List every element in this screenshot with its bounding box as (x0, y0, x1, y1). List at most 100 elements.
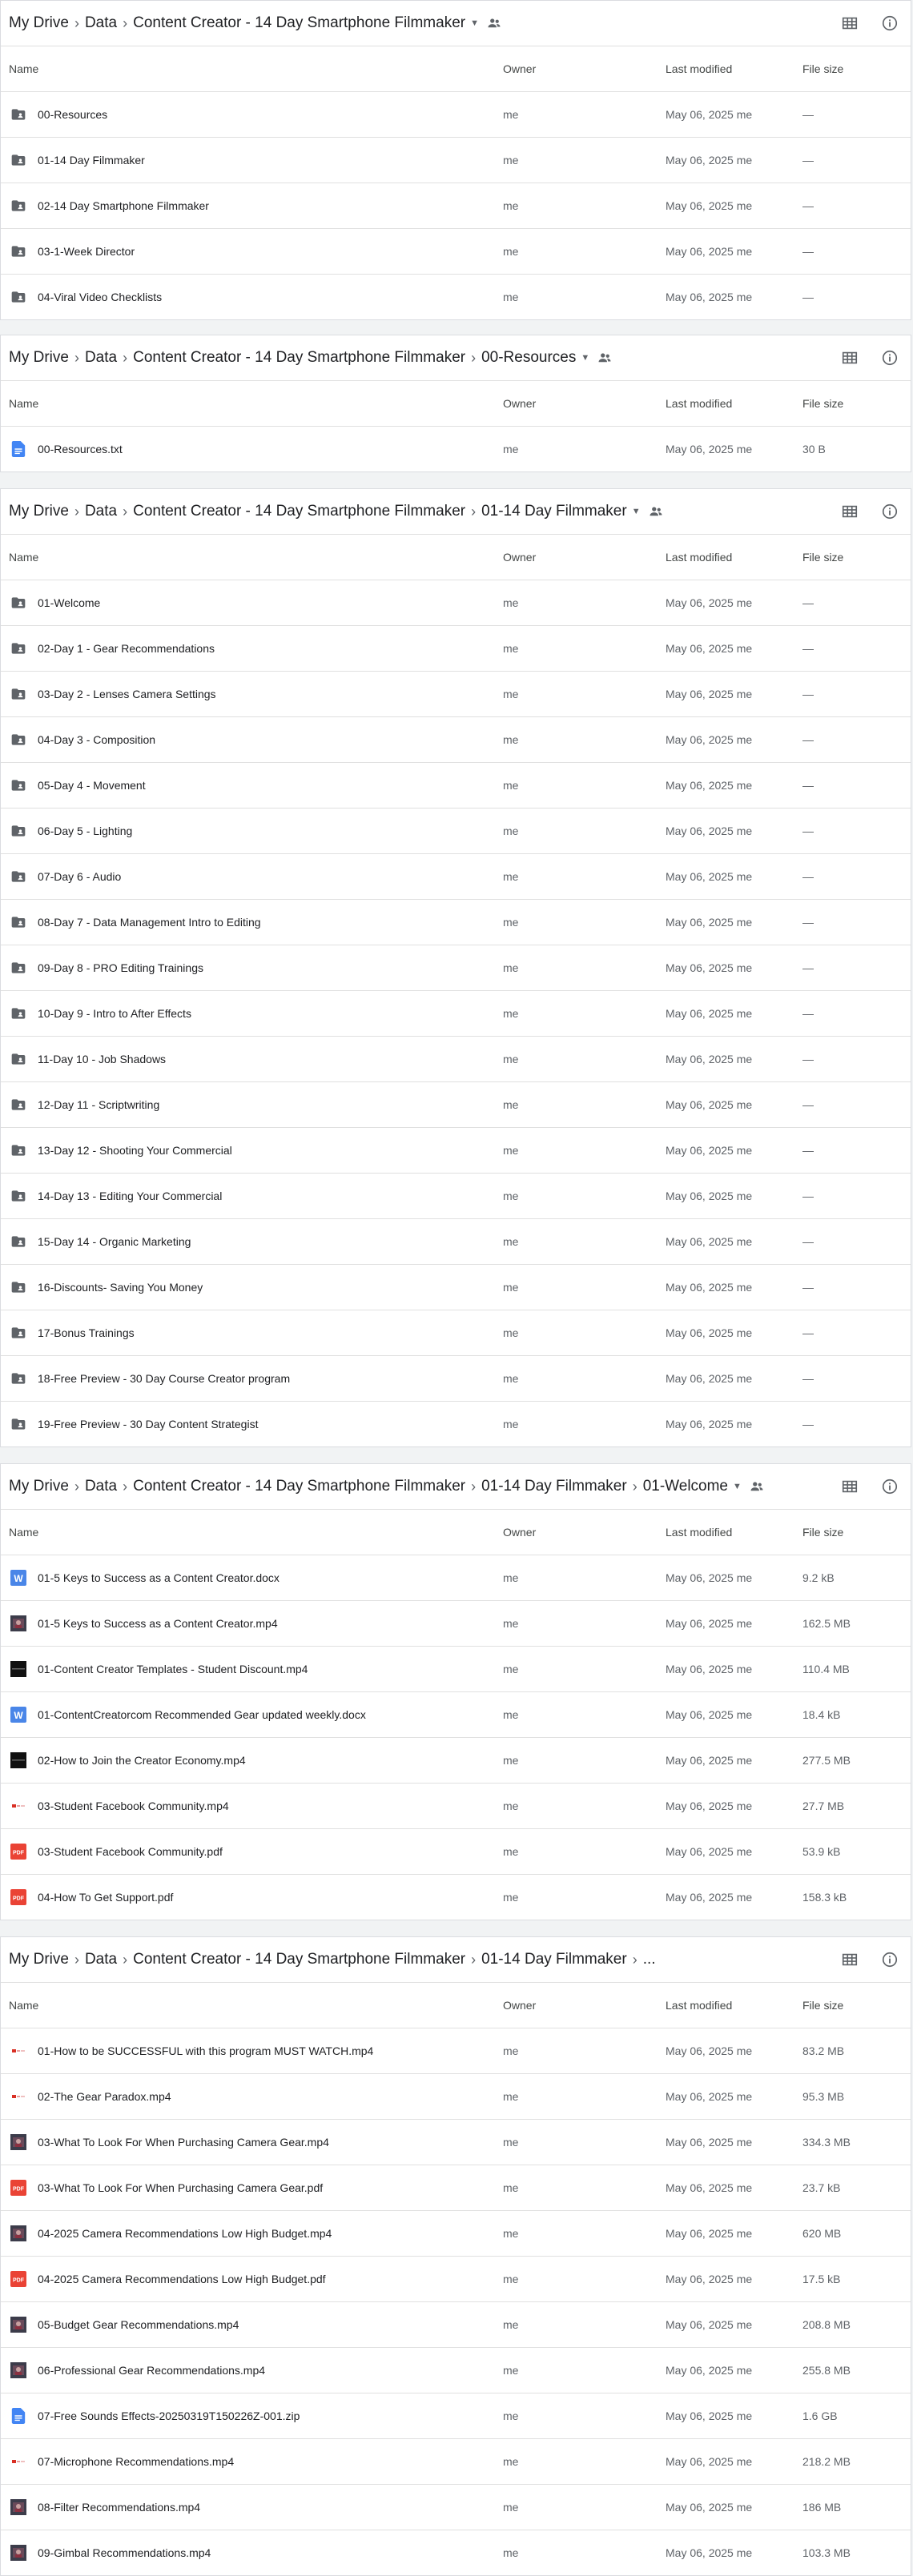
column-header-name[interactable]: Name (9, 1983, 38, 2028)
file-name-cell[interactable]: 03-What To Look For When Purchasing Came… (9, 2120, 329, 2165)
file-name-cell[interactable]: 14-Day 13 - Editing Your Commercial (9, 1174, 222, 1218)
table-row[interactable]: 01-14 Day Filmmaker me May 06, 2025 me — (1, 137, 911, 183)
grid-view-icon[interactable] (840, 14, 859, 33)
breadcrumb-item[interactable]: Data (85, 1478, 117, 1495)
file-name-cell[interactable]: 12-Day 11 - Scriptwriting (9, 1082, 159, 1127)
caret-down-icon[interactable]: ▼ (733, 1482, 742, 1491)
file-name-cell[interactable]: 03-Student Facebook Community.mp4 (9, 1784, 229, 1828)
table-row[interactable]: 05-Budget Gear Recommendations.mp4 me May … (1, 2301, 911, 2347)
column-header-owner[interactable]: Owner (503, 46, 536, 91)
table-row[interactable]: 07-Free Sounds Effects-20250319T150226Z-… (1, 2393, 911, 2438)
table-row[interactable]: 09-Day 8 - PRO Editing Trainings me May 06… (1, 945, 911, 990)
file-name-cell[interactable]: 18-Free Preview - 30 Day Course Creator … (9, 1356, 290, 1401)
grid-view-icon[interactable] (840, 1950, 859, 1969)
breadcrumb-item[interactable]: 01-14 Day Filmmaker (481, 1478, 627, 1495)
info-icon[interactable] (880, 502, 899, 521)
table-row[interactable]: 01-Welcome me May 06, 2025 me — (1, 580, 911, 625)
column-header-name[interactable]: Name (9, 381, 38, 426)
breadcrumb-item[interactable]: My Drive (9, 349, 69, 367)
table-row[interactable]: 19-Free Preview - 30 Day Content Strateg… (1, 1401, 911, 1446)
file-name-cell[interactable]: 08-Filter Recommendations.mp4 (9, 2485, 200, 2530)
file-name-cell[interactable]: 05-Budget Gear Recommendations.mp4 (9, 2302, 239, 2347)
table-row[interactable]: 01-5 Keys to Success as a Content Creato… (1, 1600, 911, 1646)
table-row[interactable]: 12-Day 11 - Scriptwriting me May 06, 2025 … (1, 1081, 911, 1127)
breadcrumb-item[interactable]: Content Creator - 14 Day Smartphone Film… (133, 1478, 465, 1495)
column-header-size[interactable]: File size (802, 1983, 843, 2028)
file-name-cell[interactable]: PDF 03-What To Look For When Purchasing C… (9, 2165, 323, 2210)
file-name-cell[interactable]: 01-How to be SUCCESSFUL with this progra… (9, 2028, 373, 2073)
table-row[interactable]: 00-Resources me May 06, 2025 me — (1, 91, 911, 137)
table-row[interactable]: 13-Day 12 - Shooting Your Commercial me Ma… (1, 1127, 911, 1173)
file-name-cell[interactable]: 17-Bonus Trainings (9, 1310, 135, 1355)
table-row[interactable]: 03-Student Facebook Community.mp4 me May 0… (1, 1783, 911, 1828)
table-row[interactable]: PDF 04-2025 Camera Recommendations Low Hi… (1, 2256, 911, 2301)
file-name-cell[interactable]: 01-14 Day Filmmaker (9, 138, 145, 183)
table-row[interactable]: 03-Day 2 - Lenses Camera Settings me May 0… (1, 671, 911, 716)
table-row[interactable]: PDF 03-What To Look For When Purchasing C… (1, 2165, 911, 2210)
column-header-owner[interactable]: Owner (503, 1983, 536, 2028)
column-header-size[interactable]: File size (802, 46, 843, 91)
table-row[interactable]: 04-2025 Camera Recommendations Low High … (1, 2210, 911, 2256)
file-name-cell[interactable]: 00-Resources.txt (9, 427, 123, 471)
column-header-name[interactable]: Name (9, 46, 38, 91)
grid-view-icon[interactable] (840, 1477, 859, 1496)
table-row[interactable]: 02-The Gear Paradox.mp4 me May 06, 2025 me… (1, 2073, 911, 2119)
table-row[interactable]: 02-How to Join the Creator Economy.mp4 me… (1, 1737, 911, 1783)
table-row[interactable]: 16-Discounts- Saving You Money me May 06, … (1, 1264, 911, 1310)
breadcrumb-item[interactable]: Content Creator - 14 Day Smartphone Film… (133, 503, 465, 520)
column-header-owner[interactable]: Owner (503, 381, 536, 426)
column-header-size[interactable]: File size (802, 535, 843, 580)
breadcrumb-item[interactable]: My Drive (9, 1478, 69, 1495)
file-name-cell[interactable]: PDF 03-Student Facebook Community.pdf (9, 1829, 223, 1874)
column-header-modified[interactable]: Last modified (666, 535, 732, 580)
column-header-modified[interactable]: Last modified (666, 46, 732, 91)
table-row[interactable]: 02-Day 1 - Gear Recommendations me May 06,… (1, 625, 911, 671)
table-row[interactable]: 11-Day 10 - Job Shadows me May 06, 2025 me… (1, 1036, 911, 1081)
breadcrumb-item[interactable]: Content Creator - 14 Day Smartphone Film… (133, 14, 465, 32)
table-row[interactable]: 02-14 Day Smartphone Filmmaker me May 06, … (1, 183, 911, 228)
table-row[interactable]: 07-Day 6 - Audio me May 06, 2025 me — (1, 853, 911, 899)
column-header-name[interactable]: Name (9, 1510, 38, 1555)
table-row[interactable]: 08-Day 7 - Data Management Intro to Edit… (1, 899, 911, 945)
table-row[interactable]: 04-Day 3 - Composition me May 06, 2025 me — (1, 716, 911, 762)
breadcrumb-item[interactable]: 01-14 Day Filmmaker (481, 1951, 627, 1968)
table-row[interactable]: PDF 03-Student Facebook Community.pdf me Ma… (1, 1828, 911, 1874)
info-icon[interactable] (880, 1477, 899, 1496)
table-row[interactable]: 07-Microphone Recommendations.mp4 me May 0… (1, 2438, 911, 2484)
breadcrumb-item[interactable]: My Drive (9, 1951, 69, 1968)
table-row[interactable]: 15-Day 14 - Organic Marketing me May 06, 2… (1, 1218, 911, 1264)
info-icon[interactable] (880, 14, 899, 33)
column-header-owner[interactable]: Owner (503, 1510, 536, 1555)
file-name-cell[interactable]: 02-The Gear Paradox.mp4 (9, 2074, 171, 2119)
info-icon[interactable] (880, 348, 899, 367)
file-name-cell[interactable]: 13-Day 12 - Shooting Your Commercial (9, 1128, 232, 1173)
file-name-cell[interactable]: 05-Day 4 - Movement (9, 763, 146, 808)
file-name-cell[interactable]: 04-Viral Video Checklists (9, 275, 162, 319)
file-name-cell[interactable]: 16-Discounts- Saving You Money (9, 1265, 203, 1310)
table-row[interactable]: W 01-5 Keys to Success as a Content Creat… (1, 1555, 911, 1600)
table-row[interactable]: 03-1-Week Director me May 06, 2025 me — (1, 228, 911, 274)
file-name-cell[interactable]: 01-5 Keys to Success as a Content Creato… (9, 1601, 278, 1646)
breadcrumb-item[interactable]: 00-Resources (481, 349, 576, 367)
file-name-cell[interactable]: 07-Microphone Recommendations.mp4 (9, 2439, 234, 2484)
grid-view-icon[interactable] (840, 348, 859, 367)
breadcrumb-item[interactable]: My Drive (9, 14, 69, 32)
table-row[interactable]: 18-Free Preview - 30 Day Course Creator … (1, 1355, 911, 1401)
file-name-cell[interactable]: 10-Day 9 - Intro to After Effects (9, 991, 191, 1036)
table-row[interactable]: 14-Day 13 - Editing Your Commercial me May… (1, 1173, 911, 1218)
column-header-owner[interactable]: Owner (503, 535, 536, 580)
table-row[interactable]: 09-Gimbal Recommendations.mp4 me May 06, 2… (1, 2530, 911, 2575)
file-name-cell[interactable]: 09-Day 8 - PRO Editing Trainings (9, 945, 203, 990)
info-icon[interactable] (880, 1950, 899, 1969)
file-name-cell[interactable]: 01-Content Creator Templates - Student D… (9, 1647, 308, 1691)
file-name-cell[interactable]: 04-Day 3 - Composition (9, 717, 155, 762)
file-name-cell[interactable]: 04-2025 Camera Recommendations Low High … (9, 2211, 332, 2256)
file-name-cell[interactable]: 08-Day 7 - Data Management Intro to Edit… (9, 900, 261, 945)
breadcrumb-item[interactable]: Data (85, 503, 117, 520)
file-name-cell[interactable]: 07-Day 6 - Audio (9, 854, 121, 899)
breadcrumb-item[interactable]: 01-Welcome (643, 1478, 728, 1495)
file-name-cell[interactable]: W 01-5 Keys to Success as a Content Creat… (9, 1555, 280, 1600)
breadcrumb-item[interactable]: ... (643, 1951, 656, 1968)
table-row[interactable]: PDF 04-How To Get Support.pdf me May 06, 20… (1, 1874, 911, 1920)
file-name-cell[interactable]: 02-Day 1 - Gear Recommendations (9, 626, 215, 671)
